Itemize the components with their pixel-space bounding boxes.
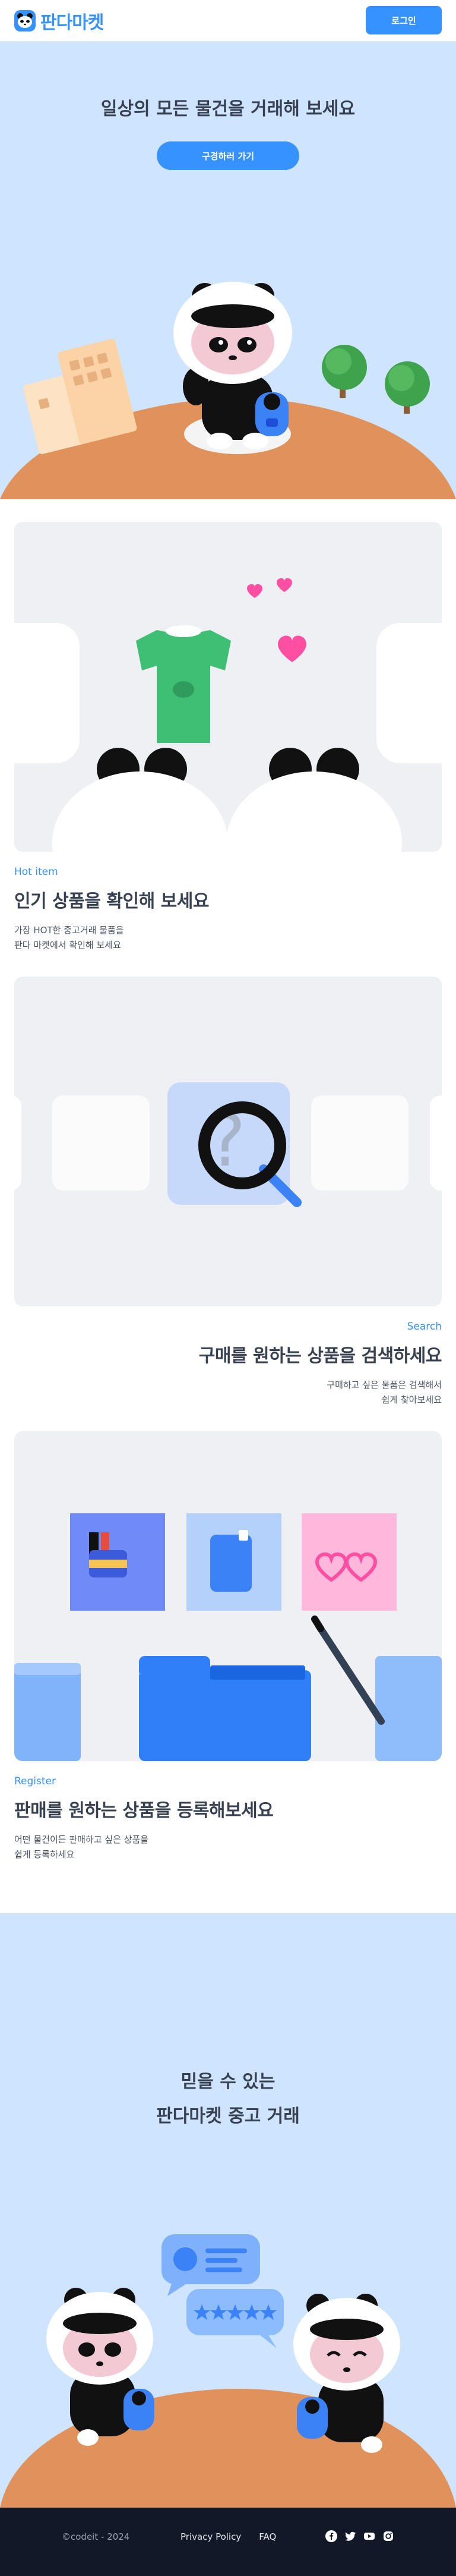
hero-illustration — [0, 282, 456, 499]
hot-item-section: Hot item 인기 상품을 확인해 보세요 가장 HOT한 중고거래 물품을… — [0, 499, 456, 977]
section-description: 어떤 물건이든 판매하고 싶은 상품을 쉽게 등록하세요 — [14, 1834, 149, 1860]
copyright-text: ©codeit - 2024 — [62, 2531, 130, 2542]
search-text: Search 구매를 원하는 상품을 검색하세요 구매하고 싶은 물품은 검색해… — [14, 1306, 442, 1431]
section-tag: Hot item — [14, 866, 58, 878]
login-button[interactable]: 로그인 — [366, 6, 442, 34]
trust-title-line1: 믿을 수 있는 — [180, 2071, 276, 2092]
register-text: Register 판매를 원하는 상품을 등록해보세요 어떤 물건이든 판매하고… — [14, 1761, 442, 1886]
logo[interactable]: 판다마켓 — [14, 8, 104, 34]
section-description: 구매하고 싶은 물품은 검색해서 쉽게 찾아보세요 — [327, 1380, 442, 1405]
section-tag: Register — [14, 1775, 56, 1787]
search-section: ? Search 구매를 원하는 상품을 검색하세요 구매하고 싶은 물품은 검… — [0, 977, 456, 1431]
section-title: 구매를 원하는 상품을 검색하세요 — [198, 1346, 442, 1366]
hero-section: 일상의 모든 물건을 거래해 보세요 구경하러 가기 — [0, 42, 456, 499]
footer: ©codeit - 2024 Privacy Policy FAQ — [0, 2508, 456, 2576]
section-description: 가장 HOT한 중고거래 물품을 판다 마켓에서 확인해 보세요 — [14, 925, 124, 950]
twitter-icon[interactable] — [344, 2530, 356, 2542]
register-card — [14, 1431, 442, 1761]
faq-link[interactable]: FAQ — [259, 2531, 276, 2542]
hot-item-card — [14, 522, 442, 852]
search-card: ? — [14, 977, 442, 1306]
panda-logo-icon — [14, 10, 36, 32]
browse-button[interactable]: 구경하러 가기 — [157, 141, 299, 170]
youtube-icon[interactable] — [363, 2530, 375, 2542]
instagram-icon[interactable] — [382, 2530, 394, 2542]
hero-title: 일상의 모든 물건을 거래해 보세요 — [100, 99, 356, 119]
logo-text: 판다마켓 — [40, 12, 104, 33]
trust-title-line2: 판다마켓 중고 거래 — [156, 2106, 300, 2127]
footer-links: Privacy Policy FAQ — [180, 2531, 276, 2542]
section-title: 인기 상품을 확인해 보세요 — [14, 891, 209, 912]
register-section: Register 판매를 원하는 상품을 등록해보세요 어떤 물건이든 판매하고… — [0, 1431, 456, 1886]
search-illustration: ? — [14, 1082, 442, 1207]
section-title: 판매를 원하는 상품을 등록해보세요 — [14, 1800, 274, 1821]
hot-item-illustration — [14, 578, 442, 852]
top-nav: 판다마켓 로그인 — [0, 0, 456, 42]
privacy-policy-link[interactable]: Privacy Policy — [180, 2531, 241, 2542]
social-links — [325, 2530, 394, 2542]
trust-title: 믿을 수 있는 판다마켓 중고 거래 — [0, 2065, 456, 2134]
trust-illustration — [0, 2234, 456, 2508]
register-illustration — [14, 1513, 442, 1761]
trust-banner: 믿을 수 있는 판다마켓 중고 거래 — [0, 1913, 456, 2508]
hot-item-text: Hot item 인기 상품을 확인해 보세요 가장 HOT한 중고거래 물품을… — [14, 852, 442, 977]
facebook-icon[interactable] — [325, 2530, 337, 2542]
section-tag: Search — [407, 1321, 442, 1333]
